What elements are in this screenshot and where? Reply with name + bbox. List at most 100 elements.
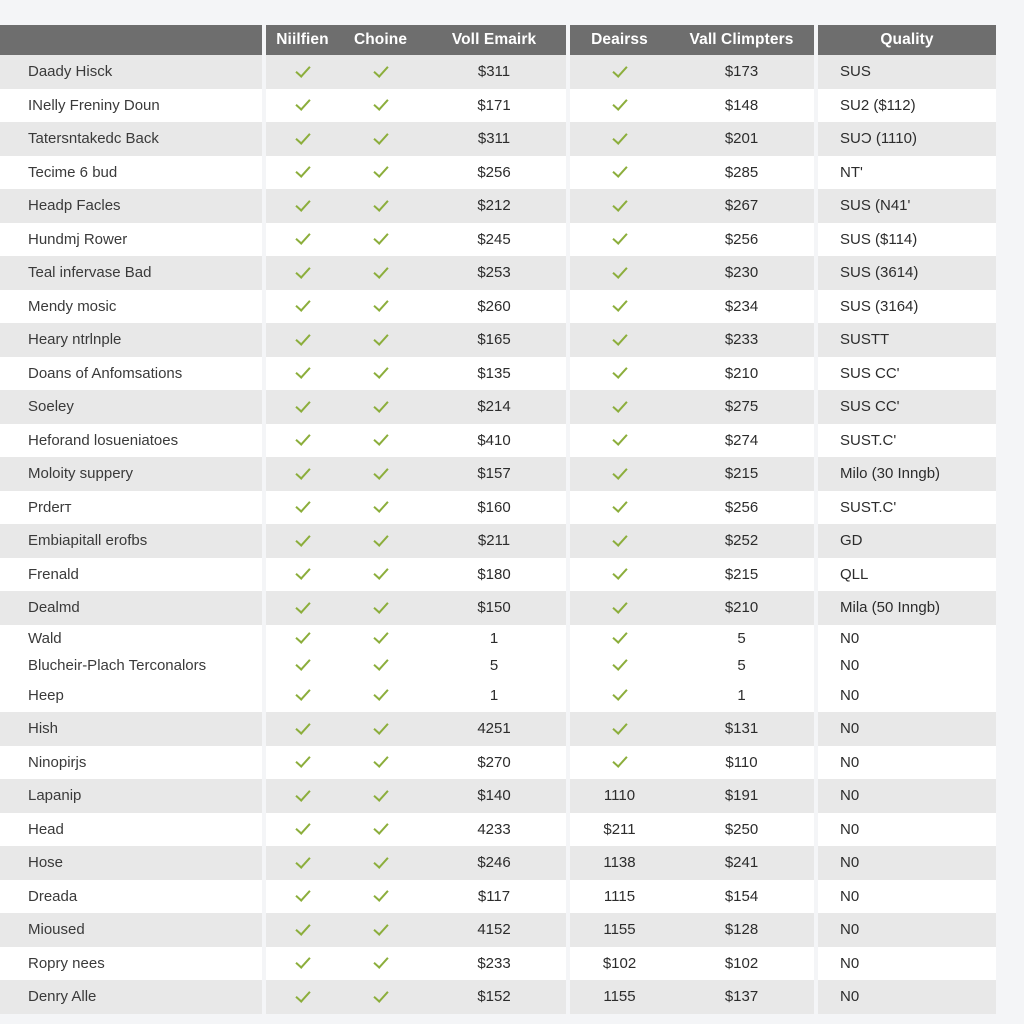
row-label: Hose [0, 846, 262, 880]
table-row[interactable]: Ninopirjs $270 $110 N0 [0, 745, 996, 779]
check-icon-glyph [295, 363, 311, 379]
cell-e: $256 [669, 490, 814, 524]
table-row[interactable]: Embiapitall erofbs $211 $252 GD [0, 524, 996, 558]
check-icon-glyph [295, 819, 311, 835]
check-icon-glyph [373, 363, 389, 379]
check-icon-glyph [612, 330, 628, 346]
check-icon [339, 557, 422, 591]
table-row[interactable]: Tatersntakedc Back $311 $201 SUƆ (1110) [0, 122, 996, 156]
table-row[interactable]: Lapanip $140 1110 $191 N0 [0, 779, 996, 813]
cell-q: SUS (3614) [818, 256, 996, 290]
table-row[interactable]: Teal infervase Bad $253 $230 SUS (3614) [0, 256, 996, 290]
check-icon-glyph [373, 886, 389, 902]
check-icon [266, 779, 339, 813]
check-icon [570, 651, 669, 679]
check-icon-glyph [295, 531, 311, 547]
cell-q: N0 [818, 980, 996, 1014]
check-icon [339, 356, 422, 390]
cell-c: $152 [422, 980, 566, 1014]
table-bottom-edge [0, 1018, 996, 1024]
check-icon-glyph [373, 497, 389, 513]
cell-c: $157 [422, 457, 566, 491]
table-row[interactable]: Moloity suppery $157 $215 Milo (30 Inngb) [0, 457, 996, 491]
cell-e: $110 [669, 745, 814, 779]
table-row[interactable]: Heep 1 1 N0 [0, 678, 996, 712]
table-row[interactable]: Doans of Anfomsations $135 $210 SUS CC' [0, 356, 996, 390]
column-header-vall-climpters[interactable]: Vall Climpters [669, 25, 814, 55]
cell-e: $250 [669, 812, 814, 846]
table-row[interactable]: Mendy mosic $260 $234 SUS (3164) [0, 289, 996, 323]
check-icon [339, 591, 422, 625]
check-icon-glyph [612, 497, 628, 513]
table-row[interactable]: Dealmd $150 $210 Mila (50 Inngb) [0, 591, 996, 625]
cell-q: QLL [818, 557, 996, 591]
cell-d: $102 [570, 946, 669, 980]
table-row[interactable]: Denry Alle $152 1155 $137 N0 [0, 980, 996, 1014]
cell-c: $270 [422, 745, 566, 779]
table-row[interactable]: Tecime 6 bud $256 $285 NT' [0, 155, 996, 189]
check-icon-glyph [295, 853, 311, 869]
row-label: Moloity suppery [0, 457, 262, 491]
check-icon-glyph [295, 786, 311, 802]
check-icon-glyph [295, 430, 311, 446]
row-label: Dreada [0, 879, 262, 913]
check-icon-glyph [612, 564, 628, 580]
cell-q: SUS (N41' [818, 189, 996, 223]
table-row[interactable]: Dreada $117 1115 $154 N0 [0, 879, 996, 913]
cell-e: $210 [669, 356, 814, 390]
table-row[interactable]: Headp Facles $212 $267 SUS (N41' [0, 189, 996, 223]
check-icon-glyph [295, 95, 311, 111]
check-icon [570, 289, 669, 323]
check-icon [266, 55, 339, 89]
cell-d: 1138 [570, 846, 669, 880]
table-row[interactable]: INelly Freniny Doun $171 $148 SU2 ($112) [0, 88, 996, 122]
column-header-voll-emairk[interactable]: Voll Emairk [422, 25, 566, 55]
cell-c: $260 [422, 289, 566, 323]
check-icon-glyph [295, 296, 311, 312]
check-icon-glyph [295, 330, 311, 346]
check-icon-glyph [295, 397, 311, 413]
check-icon [266, 222, 339, 256]
check-icon [339, 678, 422, 712]
check-icon [266, 457, 339, 491]
comparison-table: Niilfien Choine Voll Emairk Deairss Vall… [0, 25, 996, 1014]
row-label: Heep [0, 678, 262, 712]
table-row[interactable]: Hish 4251 $131 N0 [0, 712, 996, 746]
table-row[interactable]: Blucheir-Plach Terconalors 5 5 N0 [0, 651, 996, 679]
column-header-niilfien[interactable]: Niilfien [266, 25, 339, 55]
row-label: Denry Alle [0, 980, 262, 1014]
check-icon [339, 289, 422, 323]
table-row[interactable]: Prderт $160 $256 SUST.C' [0, 490, 996, 524]
table-row[interactable]: Wald 1 5 N0 [0, 624, 996, 652]
table-row[interactable]: Soeley $214 $275 SUS CC' [0, 390, 996, 424]
check-icon [339, 946, 422, 980]
check-icon [339, 256, 422, 290]
check-icon-glyph [373, 296, 389, 312]
table-row[interactable]: Hundmj Rower $245 $256 SUS ($114) [0, 222, 996, 256]
table-row[interactable]: Mioused 4152 1155 $128 N0 [0, 913, 996, 947]
check-icon [266, 256, 339, 290]
table-row[interactable]: Daady Hisck $311 $173 SUS [0, 55, 996, 89]
row-label: Heforand losueniatoes [0, 423, 262, 457]
check-icon [570, 524, 669, 558]
cell-q: N0 [818, 812, 996, 846]
table-row[interactable]: Ropry nees $233 $102 $102 N0 [0, 946, 996, 980]
table-row[interactable]: Frenald $180 $215 QLL [0, 557, 996, 591]
table-row[interactable]: Hose $246 1138 $241 N0 [0, 846, 996, 880]
check-icon-glyph [612, 752, 628, 768]
table-row[interactable]: Head 4233 $211 $250 N0 [0, 812, 996, 846]
table-row[interactable]: Heary ntrlnple $165 $233 SUSTT [0, 323, 996, 357]
cell-c: $212 [422, 189, 566, 223]
cell-e: $131 [669, 712, 814, 746]
cell-e: $148 [669, 88, 814, 122]
column-header-choine[interactable]: Choine [339, 25, 422, 55]
cell-e: $256 [669, 222, 814, 256]
column-header-deairss[interactable]: Deairss [570, 25, 669, 55]
check-icon [266, 189, 339, 223]
column-header-name[interactable] [0, 25, 262, 55]
row-label: Tatersntakedc Back [0, 122, 262, 156]
table-row[interactable]: Heforand losueniatoes $410 $274 SUST.C' [0, 423, 996, 457]
row-label: Mioused [0, 913, 262, 947]
column-header-quality[interactable]: Quality [818, 25, 996, 55]
check-icon-glyph [295, 953, 311, 969]
